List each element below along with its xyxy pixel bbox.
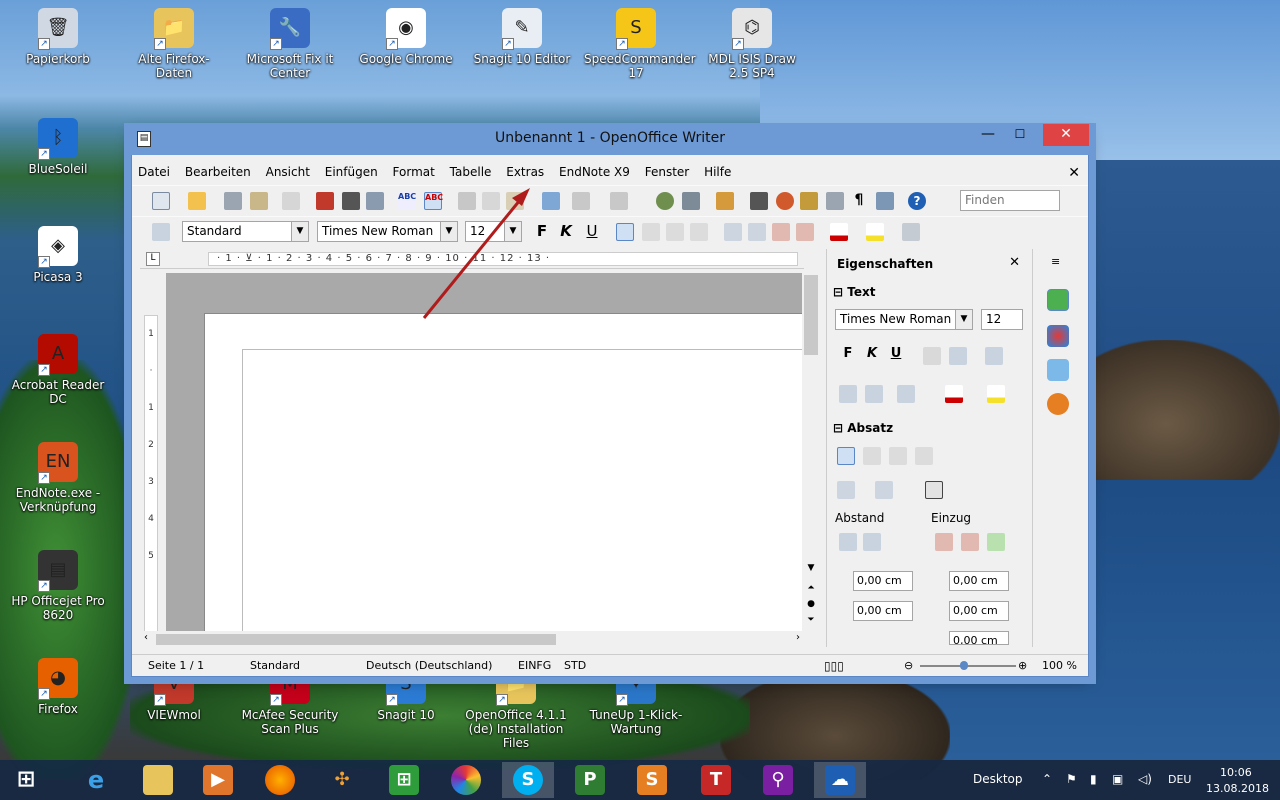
taskbar-picasa[interactable]	[440, 762, 492, 798]
taskbar-firefox[interactable]	[254, 762, 306, 798]
openoffice-icon: ☁	[825, 765, 855, 795]
picasa-icon	[451, 765, 481, 795]
taskbar-search-app[interactable]: ⚲	[752, 762, 804, 798]
t-app-icon: T	[701, 765, 731, 795]
taskbar-store[interactable]: ⊞	[378, 762, 430, 798]
tray-overflow-icon[interactable]: ⌃	[1042, 772, 1052, 786]
taskbar-speedcommander[interactable]: S	[626, 762, 678, 798]
clock-date[interactable]: 13.08.2018	[1206, 782, 1269, 795]
media-player-icon: ▶	[203, 765, 233, 795]
taskbar-explorer[interactable]	[132, 762, 184, 798]
flag-icon[interactable]: ⚑	[1066, 772, 1077, 786]
taskbar-openoffice[interactable]: ☁	[814, 762, 866, 798]
annotation-arrow	[422, 188, 530, 319]
magnifier-icon: ⚲	[763, 765, 793, 795]
taskbar-media[interactable]: ▶	[192, 762, 244, 798]
file-explorer-icon	[143, 765, 173, 795]
firefox-icon	[265, 765, 295, 795]
taskbar-publisher[interactable]: P	[564, 762, 616, 798]
taskbar-tool[interactable]: ✣	[316, 762, 368, 798]
store-icon: ⊞	[389, 765, 419, 795]
network-icon[interactable]: ▣	[1112, 772, 1123, 786]
taskbar-t-app[interactable]: T	[690, 762, 742, 798]
clock-time[interactable]: 10:06	[1220, 766, 1252, 779]
battery-icon[interactable]: ▮	[1090, 772, 1097, 786]
desktop-toolbar-label[interactable]: Desktop	[973, 772, 1023, 786]
speedcommander-icon: S	[637, 765, 667, 795]
tool-icon: ✣	[334, 769, 350, 790]
taskbar-skype[interactable]: S	[502, 762, 554, 798]
windows-icon: ⊞	[16, 767, 36, 792]
publisher-icon: P	[575, 765, 605, 795]
skype-icon: S	[513, 765, 543, 795]
language-indicator[interactable]: DEU	[1168, 773, 1191, 786]
volume-icon[interactable]: ◁)	[1138, 772, 1152, 786]
start-button[interactable]: ⊞	[0, 762, 52, 798]
taskbar-ie[interactable]: e	[70, 762, 122, 798]
internet-explorer-icon: e	[87, 766, 105, 794]
taskbar: ⊞ e ▶ ✣ ⊞ S P S T ⚲ ☁ Desktop ⌃ ⚑ ▮ ▣ ◁)…	[0, 760, 1280, 800]
